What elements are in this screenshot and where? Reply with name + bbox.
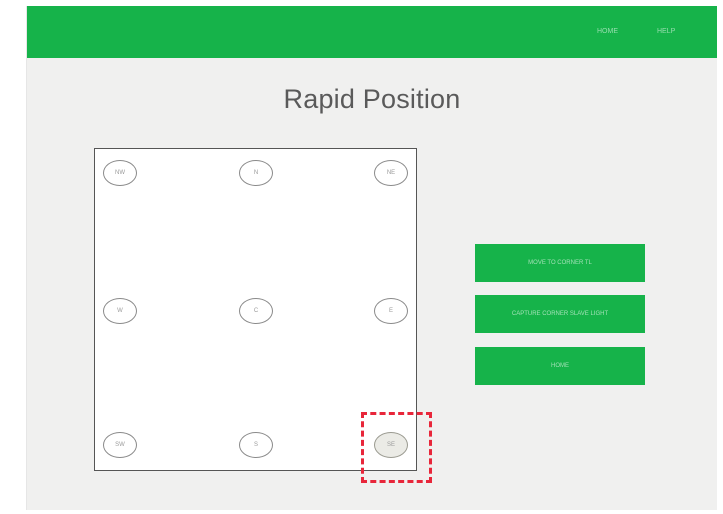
- capture-corner-button[interactable]: CAPTURE CORNER SLAVE LIGHT: [475, 295, 645, 333]
- move-to-corner-button[interactable]: MOVE TO CORNER TL: [475, 244, 645, 282]
- position-button-se[interactable]: SE: [374, 432, 408, 458]
- position-button-w[interactable]: W: [103, 298, 137, 324]
- position-button-c[interactable]: C: [239, 298, 273, 324]
- page-title: Rapid Position: [283, 84, 461, 114]
- position-button-sw[interactable]: SW: [103, 432, 137, 458]
- home-button[interactable]: HOME: [475, 347, 645, 385]
- nav-link-home[interactable]: HOME: [597, 26, 618, 38]
- position-button-ne[interactable]: NE: [374, 160, 408, 186]
- app-frame: HOME HELP Rapid Position NW N NE W C E S…: [26, 6, 717, 510]
- position-button-n[interactable]: N: [239, 160, 273, 186]
- nav-link-help[interactable]: HELP: [657, 26, 675, 38]
- position-button-e[interactable]: E: [374, 298, 408, 324]
- position-button-nw[interactable]: NW: [103, 160, 137, 186]
- top-bar: HOME HELP: [27, 6, 717, 58]
- position-button-s[interactable]: S: [239, 432, 273, 458]
- position-grid: NW N NE W C E SW S SE: [94, 148, 417, 471]
